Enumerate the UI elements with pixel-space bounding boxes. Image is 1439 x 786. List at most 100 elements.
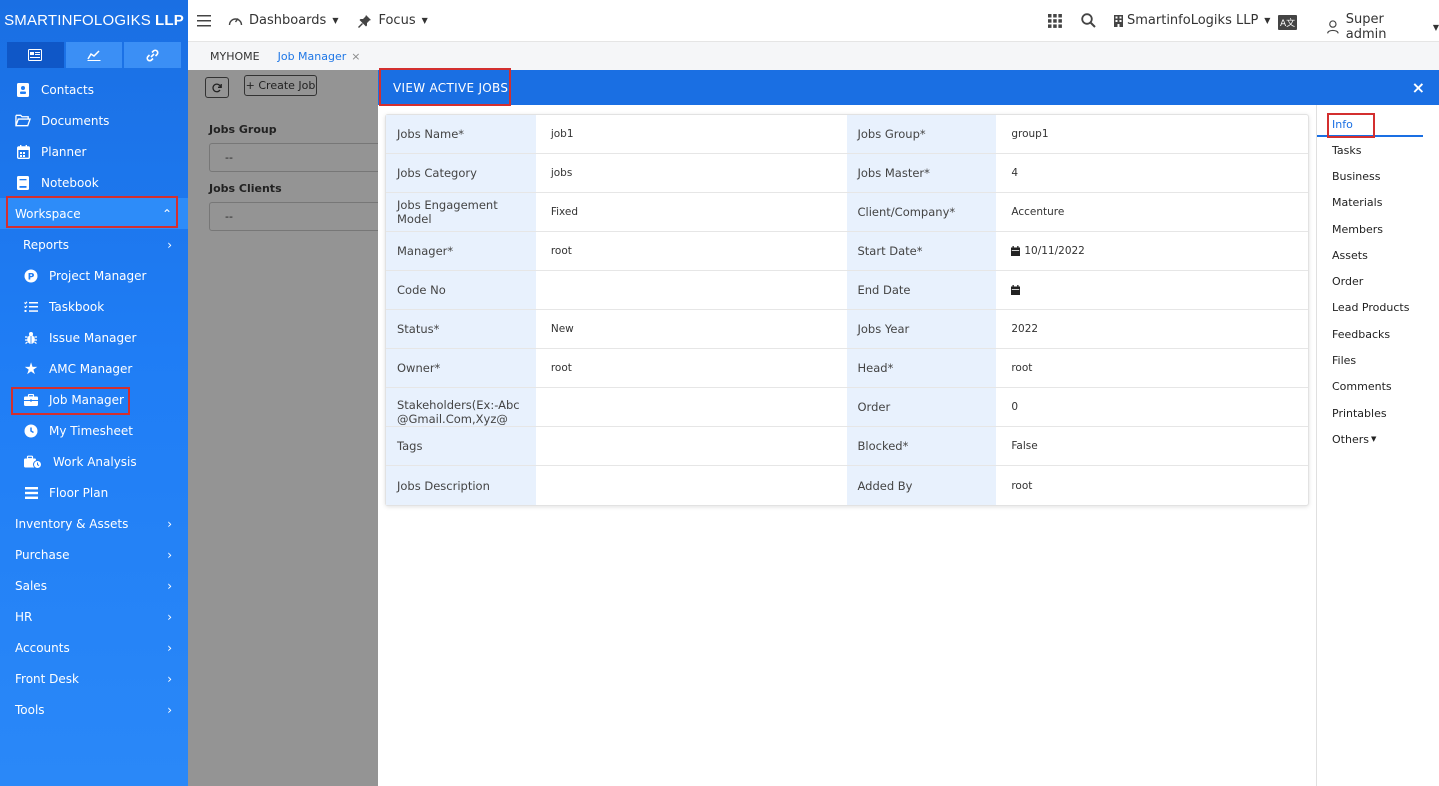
field-value-owner[interactable]: root (536, 349, 847, 387)
brand-logo[interactable]: SMARTINFOLOGIKS LLP (0, 0, 188, 40)
sidebar-item-inventory-assets[interactable]: Inventory & Assets › (0, 508, 188, 539)
field-label: Jobs Engagement Model (386, 193, 536, 231)
focus-menu[interactable]: Focus ▼ (358, 13, 428, 28)
tab-order[interactable]: Order (1317, 268, 1439, 294)
tab-printables[interactable]: Printables (1317, 400, 1439, 426)
tab-others[interactable]: Others ▼ (1317, 426, 1439, 452)
sidebar-item-project-manager[interactable]: P Project Manager (0, 260, 188, 291)
field-label: Head* (846, 349, 997, 387)
field-value-jobs-group[interactable]: group1 (996, 115, 1308, 153)
page-backdrop: + Create Job Jobs Group -- Jobs Clients … (188, 70, 384, 786)
tab-business[interactable]: Business (1317, 163, 1439, 189)
close-tab-icon[interactable]: × (351, 50, 360, 63)
tab-lead-products[interactable]: Lead Products (1317, 295, 1439, 321)
tab-tasks[interactable]: Tasks (1317, 137, 1439, 163)
floor-plan-icon (23, 485, 39, 501)
language-translate-icon[interactable]: A文 (1278, 15, 1298, 30)
tab-feedbacks[interactable]: Feedbacks (1317, 321, 1439, 347)
sidebar-item-planner[interactable]: Planner (0, 136, 188, 167)
sidebar-item-workspace[interactable]: Workspace ⌃ (0, 198, 188, 229)
sidebar-item-tools[interactable]: Tools › (0, 694, 188, 725)
field-value-blocked[interactable]: False (996, 427, 1308, 465)
chevron-right-icon: › (167, 578, 172, 593)
sidebar-item-accounts[interactable]: Accounts › (0, 632, 188, 663)
field-value-jobs-name[interactable]: job1 (536, 115, 847, 153)
breadcrumb-job-manager-tab[interactable]: Job Manager (278, 50, 347, 63)
field-value-jobs-master[interactable]: 4 (996, 154, 1308, 192)
sidebar-item-reports[interactable]: Reports › (0, 229, 188, 260)
jobs-group-select[interactable]: -- (209, 143, 384, 172)
sidebar-item-taskbook[interactable]: Taskbook (0, 291, 188, 322)
sidebar-item-job-manager[interactable]: Job Manager (0, 384, 188, 415)
field-value-jobs-category[interactable]: jobs (536, 154, 847, 192)
field-value-jobs-description[interactable] (536, 466, 847, 505)
field-label: Jobs Master* (846, 154, 997, 192)
field-value-head[interactable]: root (996, 349, 1308, 387)
sidebar-item-front-desk[interactable]: Front Desk › (0, 663, 188, 694)
search-icon[interactable] (1081, 13, 1096, 28)
field-value-status[interactable]: New (536, 310, 847, 348)
company-selector[interactable]: SmartinfoLogiks LLP ▼ (1114, 13, 1270, 28)
field-value-manager[interactable]: root (536, 232, 847, 270)
chevron-right-icon: › (167, 609, 172, 624)
field-value-order[interactable]: 0 (996, 388, 1308, 426)
svg-text:P: P (28, 272, 35, 282)
tab-assets[interactable]: Assets (1317, 242, 1439, 268)
refresh-button[interactable] (205, 77, 229, 98)
field-value-jobs-year[interactable]: 2022 (996, 310, 1308, 348)
caret-down-icon: ▼ (1370, 435, 1377, 444)
sidebar-item-work-analysis[interactable]: Work Analysis (0, 446, 188, 477)
view-active-jobs-modal: VIEW ACTIVE JOBS × Jobs Name* job1 Jobs … (378, 68, 1439, 786)
sidebar-item-purchase[interactable]: Purchase › (0, 539, 188, 570)
sidebar-item-issue-manager[interactable]: Issue Manager (0, 322, 188, 353)
sidebar-item-sales[interactable]: Sales › (0, 570, 188, 601)
tab-comments[interactable]: Comments (1317, 374, 1439, 400)
field-label: Order (846, 388, 997, 426)
tab-files[interactable]: Files (1317, 347, 1439, 373)
caret-down-icon: ▼ (332, 16, 339, 25)
field-value-stakeholders[interactable] (536, 388, 847, 426)
tab-members[interactable]: Members (1317, 216, 1439, 242)
field-label: Stakeholders(Ex:-Abc@Gmail.Com,Xyz@ (386, 388, 536, 426)
user-menu[interactable]: Super admin ▼ (1327, 12, 1439, 42)
field-value-engagement-model[interactable]: Fixed (536, 193, 847, 231)
field-label: Added By (846, 466, 997, 505)
field-label: Jobs Group* (846, 115, 997, 153)
tab-materials[interactable]: Materials (1317, 190, 1439, 216)
sidebar-item-amc-manager[interactable]: ★ AMC Manager (0, 353, 188, 384)
sidebar-item-hr[interactable]: HR › (0, 601, 188, 632)
field-value-end-date[interactable] (996, 271, 1308, 309)
field-value-start-date[interactable]: 10/11/2022 (996, 232, 1308, 270)
tab-info[interactable]: Info (1317, 113, 1423, 137)
gauge-icon (228, 18, 243, 26)
create-job-button[interactable]: + Create Job (244, 75, 317, 96)
field-value-client-company[interactable]: Accenture (996, 193, 1308, 231)
sidebar-item-my-timesheet[interactable]: My Timesheet (0, 415, 188, 446)
sidebar-item-notebook[interactable]: Notebook (0, 167, 188, 198)
top-bar: Dashboards ▼ Focus ▼ SmartinfoLogiks LLP ▼ … (188, 0, 1439, 42)
breadcrumb-home[interactable]: MYHOME (210, 50, 260, 63)
field-label: Code No (386, 271, 536, 309)
field-label: Tags (386, 427, 536, 465)
field-value-added-by[interactable]: root (996, 466, 1308, 505)
sidebar-item-contacts[interactable]: Contacts (0, 74, 188, 105)
field-label: Jobs Year (846, 310, 997, 348)
field-label: Start Date* (846, 232, 997, 270)
field-value-code-no[interactable] (536, 271, 847, 309)
sidebar-item-floor-plan[interactable]: Floor Plan (0, 477, 188, 508)
form-row: Code No End Date (386, 271, 1308, 310)
caret-down-icon: ▼ (1264, 16, 1271, 25)
calendar-icon (1011, 246, 1021, 256)
chevron-right-icon: › (167, 640, 172, 655)
sidebar-tab-charts[interactable] (65, 42, 123, 68)
apps-grid-icon[interactable] (1048, 14, 1062, 28)
form-row: Owner* root Head* root (386, 349, 1308, 388)
close-icon[interactable]: × (1412, 78, 1425, 97)
jobs-clients-select[interactable]: -- (209, 202, 384, 231)
sidebar-tab-cards[interactable] (7, 42, 64, 68)
hamburger-menu-icon[interactable] (197, 14, 211, 27)
sidebar-item-documents[interactable]: Documents (0, 105, 188, 136)
field-value-tags[interactable] (536, 427, 847, 465)
dashboards-menu[interactable]: Dashboards ▼ (228, 13, 338, 28)
sidebar-tab-links[interactable] (124, 42, 182, 68)
